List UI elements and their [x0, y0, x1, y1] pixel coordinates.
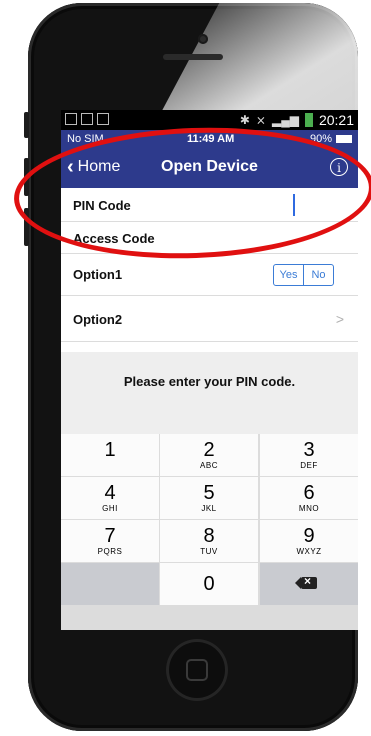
key-3-digit: 3 [303, 439, 315, 461]
option2-label: Option2 [73, 312, 123, 327]
home-square-icon [186, 659, 208, 681]
key-3[interactable]: 3 DEF [260, 434, 358, 476]
key-8-digit: 8 [203, 525, 215, 547]
back-button[interactable]: ‹ Home [67, 156, 121, 178]
empty-key [61, 563, 159, 605]
key-6[interactable]: 6 MNO [260, 477, 358, 519]
key-0[interactable]: 0 [160, 563, 258, 605]
battery-icon [304, 113, 313, 127]
signal-icon: ▂▄▆ [271, 113, 299, 127]
key-9-digit: 9 [303, 525, 315, 547]
download-notification-icon [81, 113, 93, 125]
key-6-digit: 6 [303, 482, 315, 504]
access-code-label: Access Code [73, 231, 155, 246]
front-camera [198, 34, 208, 44]
key-5[interactable]: 5 JKL [160, 477, 258, 519]
key-8[interactable]: 8 TUV [160, 520, 258, 562]
option2-row[interactable]: Option2 > [61, 296, 358, 342]
android-clock: 20:21 [318, 112, 354, 128]
access-code-row[interactable]: Access Code [61, 222, 358, 254]
ios-clock: 11:49 AM [187, 133, 235, 145]
yes-button[interactable]: Yes [274, 265, 304, 285]
backspace-key[interactable] [260, 563, 358, 605]
bluetooth-icon: ✱ [239, 113, 250, 127]
back-label: Home [77, 158, 121, 175]
phone-screen: ✱ ⨯ ▂▄▆ 20:21 No SIM 11:49 AM 90% ‹ Home… [61, 110, 358, 630]
navigation-bar: ‹ Home Open Device i [61, 148, 358, 188]
prompt-area: Please enter your PIN code. [61, 352, 358, 434]
home-button[interactable] [166, 639, 228, 701]
earpiece-speaker [163, 54, 223, 60]
volume-down-button [24, 158, 29, 196]
key-4-letters: GHI [102, 504, 118, 513]
android-status-bar: ✱ ⨯ ▂▄▆ 20:21 [61, 110, 358, 130]
file-notification-icon [97, 113, 109, 125]
option1-row: Option1 Yes No [61, 254, 358, 296]
key-2-letters: ABC [200, 461, 218, 470]
key-2-digit: 2 [203, 439, 215, 461]
key-2[interactable]: 2 ABC [160, 434, 258, 476]
key-0-digit: 0 [203, 573, 215, 595]
backspace-icon [295, 574, 317, 589]
chevron-right-icon: > [335, 311, 344, 327]
key-6-letters: MNO [298, 504, 320, 513]
carrier-label: No SIM [67, 133, 104, 145]
ios-battery-icon [336, 135, 352, 143]
key-1[interactable]: 1 [61, 434, 159, 476]
notification-icons [65, 113, 109, 125]
key-8-letters: TUV [200, 547, 218, 556]
key-3-letters: DEF [300, 461, 318, 470]
battery-percent: 90% [309, 133, 332, 145]
page-title: Open Device [161, 158, 258, 175]
key-7-digit: 7 [104, 525, 116, 547]
key-1-digit: 1 [104, 439, 116, 461]
pin-code-label: PIN Code [73, 198, 131, 213]
key-7[interactable]: 7 PQRS [61, 520, 159, 562]
pin-code-row[interactable]: PIN Code [61, 188, 358, 222]
text-cursor [293, 194, 295, 216]
key-5-letters: JKL [201, 504, 217, 513]
no-button[interactable]: No [304, 265, 333, 285]
key-4[interactable]: 4 GHI [61, 477, 159, 519]
numeric-keypad: 1 2 ABC 3 DEF 4 GHI 5 JKL 6 MNO 7 PQRS 8 [61, 434, 358, 630]
key-7-letters: PQRS [97, 547, 123, 556]
volume-up-button [24, 112, 29, 138]
image-notification-icon [65, 113, 77, 125]
pin-prompt-text: Please enter your PIN code. [123, 374, 296, 389]
key-9-letters: WXYZ [296, 547, 322, 556]
chevron-left-icon: ‹ [67, 156, 74, 178]
key-9[interactable]: 9 WXYZ [260, 520, 358, 562]
info-icon[interactable]: i [330, 158, 348, 176]
yes-no-segmented-control: Yes No [273, 264, 334, 286]
key-4-digit: 4 [104, 482, 116, 504]
mute-icon: ⨯ [255, 113, 266, 127]
option1-label: Option1 [73, 267, 123, 282]
ios-status-bar: No SIM 11:49 AM 90% [61, 130, 358, 148]
key-5-digit: 5 [203, 482, 215, 504]
mute-switch [24, 208, 29, 246]
